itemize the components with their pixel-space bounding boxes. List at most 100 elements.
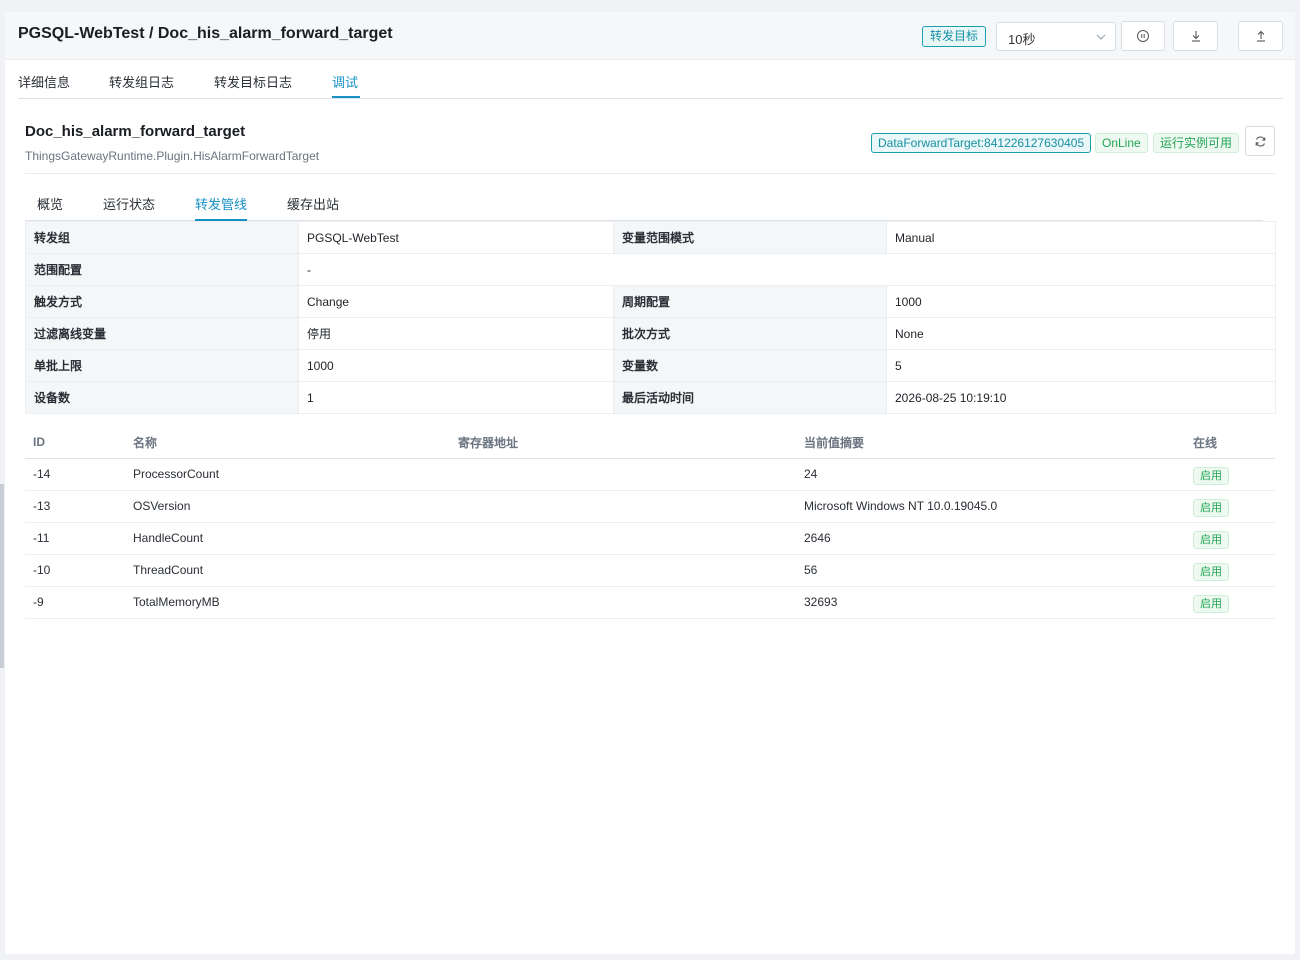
info-row: 转发组 PGSQL-WebTest 变量范围模式 Manual <box>25 221 1276 254</box>
refresh-interval-value: 10秒 <box>1008 32 1036 47</box>
download-icon <box>1191 31 1200 42</box>
info-value: - <box>298 253 1276 286</box>
pause-button[interactable] <box>1121 21 1165 51</box>
info-value: 停用 <box>298 317 614 350</box>
cell-value: 2646 <box>796 522 1185 555</box>
table-row[interactable]: -9 TotalMemoryMB 32693 启用 <box>25 586 1275 619</box>
info-row: 过滤离线变量 停用 批次方式 None <box>25 317 1276 350</box>
table-row[interactable]: -10 ThreadCount 56 启用 <box>25 554 1275 587</box>
info-key: 单批上限 <box>25 349 299 382</box>
column-header-online[interactable]: 在线 <box>1185 427 1275 459</box>
cell-id: -11 <box>25 522 125 555</box>
upload-icon <box>1256 30 1265 42</box>
info-key: 设备数 <box>25 381 299 414</box>
target-name: Doc_his_alarm_forward_target <box>25 123 246 140</box>
table-header-row: ID 名称 寄存器地址 当前值摘要 在线 <box>25 427 1275 459</box>
cell-name: ProcessorCount <box>125 458 450 491</box>
info-key: 过滤离线变量 <box>25 317 299 350</box>
sub-tab-bar: 概览 运行状态 转发管线 缓存出站 <box>25 187 1263 221</box>
tab-group-log[interactable]: 转发组日志 <box>109 72 174 91</box>
info-value: 1 <box>298 381 614 414</box>
upload-button[interactable] <box>1238 21 1283 51</box>
cell-value: 32693 <box>796 586 1185 619</box>
main-panel: PGSQL-WebTest / Doc_his_alarm_forward_ta… <box>5 12 1295 954</box>
table-row[interactable]: -14 ProcessorCount 24 启用 <box>25 458 1275 491</box>
cell-online: 启用 <box>1185 490 1275 523</box>
table-row[interactable]: -11 HandleCount 2646 启用 <box>25 522 1275 555</box>
info-row: 单批上限 1000 变量数 5 <box>25 349 1276 382</box>
info-row: 范围配置 - <box>25 253 1276 286</box>
download-button[interactable] <box>1173 21 1218 51</box>
tab-target-log[interactable]: 转发目标日志 <box>214 72 292 91</box>
column-header-address[interactable]: 寄存器地址 <box>450 427 796 459</box>
page-title: PGSQL-WebTest / Doc_his_alarm_forward_ta… <box>18 25 393 42</box>
info-value: 1000 <box>298 349 614 382</box>
refresh-icon <box>1255 136 1266 147</box>
cell-value: Microsoft Windows NT 10.0.19045.0 <box>796 490 1185 523</box>
cell-address <box>450 586 796 619</box>
refresh-button[interactable] <box>1245 126 1275 156</box>
forward-target-tag: 转发目标 <box>922 26 987 47</box>
tab-details[interactable]: 详细信息 <box>18 72 70 91</box>
refresh-interval-select[interactable]: 10秒 <box>996 22 1116 51</box>
instance-ready-badge: 运行实例可用 <box>1153 133 1240 153</box>
info-value: PGSQL-WebTest <box>298 221 614 254</box>
info-key: 批次方式 <box>613 317 887 350</box>
top-tab-bar: 详细信息 转发组日志 转发目标日志 调试 <box>18 60 1283 99</box>
cell-id: -9 <box>25 586 125 619</box>
info-value: 1000 <box>886 285 1276 318</box>
cell-id: -10 <box>25 554 125 587</box>
info-value: Manual <box>886 221 1276 254</box>
subtab-pipeline[interactable]: 转发管线 <box>195 194 247 213</box>
info-key: 变量数 <box>613 349 887 382</box>
online-status-tag: 启用 <box>1193 562 1229 581</box>
cell-name: HandleCount <box>125 522 450 555</box>
cell-online: 启用 <box>1185 586 1275 619</box>
section-divider <box>25 173 1275 174</box>
cell-name: ThreadCount <box>125 554 450 587</box>
cell-value: 24 <box>796 458 1185 491</box>
info-value: 2026-08-25 10:19:10 <box>886 381 1276 414</box>
pause-circle-icon <box>1137 30 1149 42</box>
info-value: Change <box>298 285 614 318</box>
cell-name: TotalMemoryMB <box>125 586 450 619</box>
window-edge <box>0 484 4 668</box>
table-row[interactable]: -13 OSVersion Microsoft Windows NT 10.0.… <box>25 490 1275 523</box>
cell-address <box>450 490 796 523</box>
subtab-overview[interactable]: 概览 <box>37 194 63 213</box>
variables-table: ID 名称 寄存器地址 当前值摘要 在线 -14 ProcessorCount … <box>25 427 1275 619</box>
chevron-down-icon <box>1096 34 1106 40</box>
column-header-value[interactable]: 当前值摘要 <box>796 427 1185 459</box>
column-header-id[interactable]: ID <box>25 427 125 459</box>
cell-name: OSVersion <box>125 490 450 523</box>
cell-online: 启用 <box>1185 522 1275 555</box>
cell-id: -13 <box>25 490 125 523</box>
active-tab-indicator <box>332 96 360 98</box>
info-key: 周期配置 <box>613 285 887 318</box>
online-status-badge: OnLine <box>1095 133 1148 153</box>
info-key: 触发方式 <box>25 285 299 318</box>
cell-online: 启用 <box>1185 554 1275 587</box>
cell-address <box>450 554 796 587</box>
info-key: 最后活动时间 <box>613 381 887 414</box>
cell-id: -14 <box>25 458 125 491</box>
online-status-tag: 启用 <box>1193 594 1229 613</box>
info-row: 设备数 1 最后活动时间 2026-08-25 10:19:10 <box>25 381 1276 414</box>
cell-online: 启用 <box>1185 458 1275 491</box>
info-key: 变量范围模式 <box>613 221 887 254</box>
cell-value: 56 <box>796 554 1185 587</box>
header-bar: PGSQL-WebTest / Doc_his_alarm_forward_ta… <box>5 12 1295 60</box>
info-value: 5 <box>886 349 1276 382</box>
subtab-cache-outbound[interactable]: 缓存出站 <box>287 194 339 213</box>
subtab-runtime-status[interactable]: 运行状态 <box>103 194 155 213</box>
target-id-badge: DataForwardTarget:841226127630405 <box>871 133 1092 153</box>
info-key: 范围配置 <box>25 253 299 286</box>
cell-address <box>450 522 796 555</box>
info-key: 转发组 <box>25 221 299 254</box>
column-header-name[interactable]: 名称 <box>125 427 450 459</box>
tab-debug[interactable]: 调试 <box>332 72 358 91</box>
online-status-tag: 启用 <box>1193 466 1229 485</box>
online-status-tag: 启用 <box>1193 498 1229 517</box>
target-plugin: ThingsGatewayRuntime.Plugin.HisAlarmForw… <box>25 149 320 163</box>
cell-address <box>450 458 796 491</box>
